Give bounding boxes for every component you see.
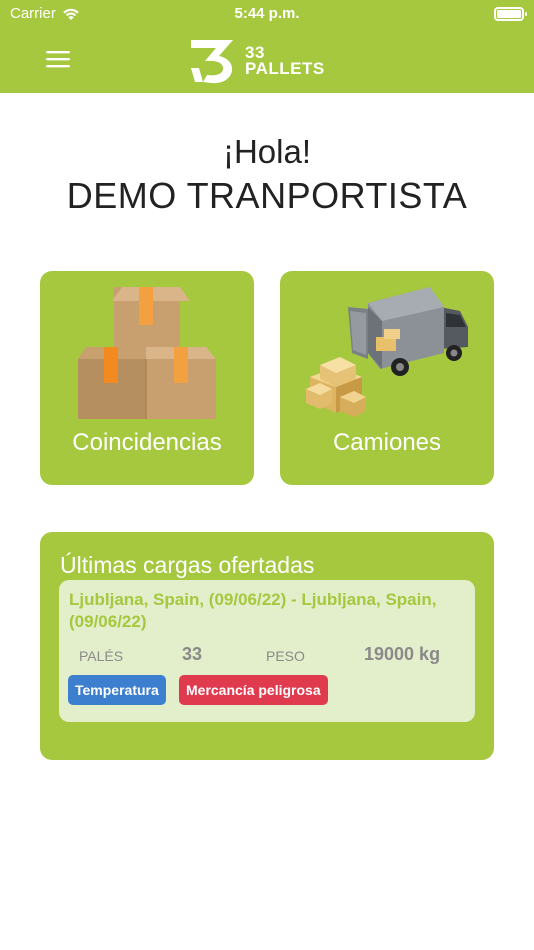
app-logo: 33 PALLETS (189, 36, 339, 86)
latest-offers-title: Últimas cargas ofertadas (60, 552, 315, 578)
logo-mark-icon (191, 40, 233, 84)
greeting-hello: ¡Hola! (222, 133, 312, 170)
logo-text-line2: PALLETS (245, 59, 325, 78)
tile-camiones-label: Camiones (332, 429, 442, 456)
tile-camiones[interactable]: Camiones (280, 271, 494, 485)
weight-label: PESO (266, 648, 305, 664)
pallets-value: 33 (182, 644, 203, 664)
weight-value: 19000 kg (364, 644, 441, 664)
hamburger-menu-icon (46, 51, 70, 68)
pallets-label: PALÉS (79, 648, 124, 664)
offer-route: Ljubljana, Spain, (09/06/22) - Ljubljana… (69, 590, 437, 631)
offer-item[interactable]: Ljubljana, Spain, (09/06/22) - Ljubljana… (59, 580, 475, 722)
tile-coincidencias[interactable]: Coincidencias (40, 271, 254, 485)
menu-button[interactable] (45, 48, 71, 70)
tag-temperatura: Temperatura (68, 675, 166, 705)
latest-offers-card: Últimas cargas ofertadas Ljubljana, Spai… (40, 532, 494, 760)
status-bar: Carrier 5:44 p.m. (0, 0, 534, 28)
nav-bar: 33 PALLETS (0, 28, 534, 93)
status-time: 5:44 p.m. (234, 5, 300, 22)
battery-icon (494, 7, 527, 21)
tag-mercancia-peligrosa: Mercancía peligrosa (179, 675, 328, 705)
greeting-user-name: DEMO TRANPORTISTA (66, 175, 468, 216)
logo-text: 33 PALLETS (245, 44, 325, 78)
tile-coincidencias-label: Coincidencias (72, 429, 222, 456)
